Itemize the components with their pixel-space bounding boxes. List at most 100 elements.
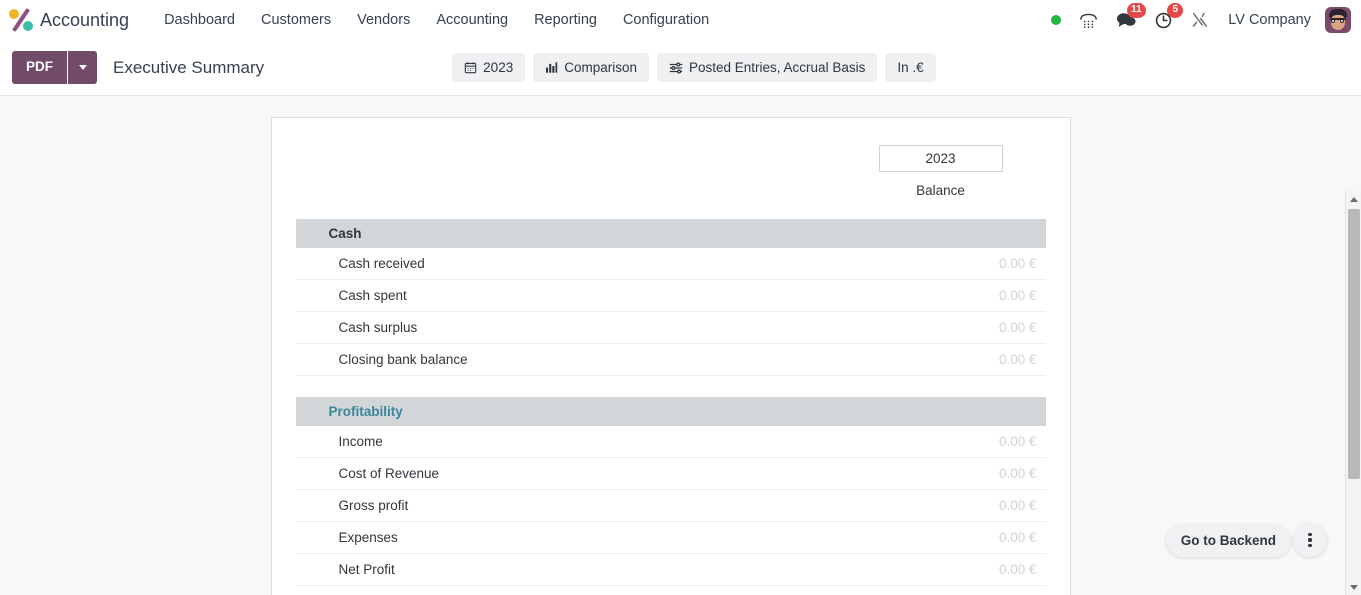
go-to-backend-button[interactable]: Go to Backend [1165,523,1291,557]
presence-status-indicator[interactable] [1042,9,1070,31]
menu-item-accounting[interactable]: Accounting [423,2,521,38]
pdf-dropdown-toggle[interactable] [67,51,97,84]
table-row[interactable]: Gross profit 0.00 € [295,489,1046,522]
scroll-down-arrow-icon[interactable] [1346,579,1361,595]
table-row[interactable]: Cash spent 0.00 € [295,279,1046,312]
messages-icon[interactable]: 11 [1107,2,1147,36]
line-label: Closing bank balance [295,343,836,376]
app-brand-name[interactable]: Accounting [40,10,129,31]
line-label: Cash surplus [295,311,836,344]
table-header: 2023 Balance [296,118,1046,219]
main-menu: Dashboard Customers Vendors Accounting R… [151,2,722,38]
line-label: Income [295,425,836,458]
line-value: 0.00 € [835,489,1046,522]
line-label: Net Profit [295,553,836,586]
menu-item-customers[interactable]: Customers [248,2,344,38]
line-label: Gross profit [295,489,836,522]
online-status-dot [1051,15,1062,25]
header-period-cell: 2023 [836,118,1046,172]
debug-tools-icon[interactable] [1182,5,1218,35]
kebab-dot-3 [1308,544,1312,548]
filter-entries-basis-label: Posted Entries, Accrual Basis [689,60,866,75]
line-value: 0.00 € [835,425,1046,458]
section-header-profitability[interactable]: Profitability [295,396,1046,426]
user-avatar[interactable] [1325,7,1351,33]
table-row[interactable]: Closing bank balance 0.00 € [295,343,1046,376]
table-body: Cash Cash received 0.00 € Cash spent 0.0… [295,219,1046,595]
avatar-eye-left [1331,19,1335,23]
menu-item-configuration[interactable]: Configuration [610,2,722,38]
scrollbar-thumb[interactable] [1348,209,1360,479]
bar-chart-icon [545,61,558,74]
control-panel: PDF Executive Summary 2023 Comparison Po… [0,40,1361,95]
scroll-up-arrow-icon[interactable] [1346,191,1361,207]
line-label: Cost of Revenue [295,457,836,490]
scroll-up-triangle [1350,196,1358,202]
section-title-profitability: Profitability [295,396,836,426]
vertical-scrollbar[interactable] [1345,191,1361,595]
table-row[interactable]: Cash surplus 0.00 € [295,311,1046,344]
chevron-down-icon [78,65,87,70]
logo-dot-teal [23,21,33,31]
filter-currency-unit[interactable]: In .€ [885,53,936,82]
section-spacer-2 [296,585,1046,595]
activities-badge: 5 [1167,2,1184,18]
header-subcolumn-row: Balance [296,172,1046,198]
section-spacer [296,376,1046,397]
line-value: 0.00 € [835,553,1046,586]
report-filters: 2023 Comparison Posted Entries, Accrual … [452,53,936,82]
section-title-cash: Cash [295,219,836,248]
table-row[interactable]: Income 0.00 € [295,425,1046,458]
section-value-cash [835,219,1046,248]
header-period-row: 2023 [296,118,1046,172]
line-value: 0.00 € [835,521,1046,554]
header-empty-cell-2 [296,172,836,198]
line-value: 0.00 € [835,279,1046,312]
line-value: 0.00 € [835,311,1046,344]
executive-summary-table: 2023 Balance Cash Cash received 0.00 € C… [295,118,1046,595]
line-value: 0.00 € [835,343,1046,376]
filter-comparison[interactable]: Comparison [533,53,649,82]
menu-item-vendors[interactable]: Vendors [344,2,423,38]
section-header-cash[interactable]: Cash [295,219,1046,248]
backend-pill: Go to Backend [1165,523,1327,557]
table-row[interactable]: Cost of Revenue 0.00 € [295,457,1046,490]
line-value: 0.00 € [835,248,1046,280]
calendar-icon [464,61,477,74]
company-switcher[interactable]: LV Company [1218,4,1321,36]
header-spacer [296,198,1046,219]
kebab-dot-1 [1308,532,1312,536]
report-sheet: 2023 Balance Cash Cash received 0.00 € C… [270,117,1071,595]
avatar-eye-right [1340,19,1344,23]
period-label: 2023 [878,145,1003,172]
filter-comparison-label: Comparison [564,60,637,75]
section-value-profitability [835,396,1046,426]
menu-item-reporting[interactable]: Reporting [521,2,610,38]
filter-date-label: 2023 [483,60,514,75]
report-content-area: 2023 Balance Cash Cash received 0.00 € C… [0,95,1361,595]
line-label: Expenses [295,521,836,554]
pdf-export-button[interactable]: PDF [12,51,67,84]
phone-dialpad-icon[interactable] [1070,5,1107,36]
pdf-button-group: PDF [12,51,97,84]
filter-date-period[interactable]: 2023 [452,53,526,82]
table-row[interactable]: Net Profit 0.00 € [295,553,1046,586]
scroll-down-triangle [1350,584,1358,590]
filter-entries-basis[interactable]: Posted Entries, Accrual Basis [657,53,878,82]
top-navbar: Accounting Dashboard Customers Vendors A… [0,0,1361,40]
line-value: 0.00 € [835,457,1046,490]
header-empty-cell [296,118,836,172]
line-label: Cash spent [295,279,836,312]
kebab-menu-icon[interactable] [1293,523,1327,557]
table-row[interactable]: Cash received 0.00 € [295,248,1046,280]
logo-dot-yellow [9,9,19,19]
navbar-systray: 11 5 LV Company [1042,2,1351,36]
column-header-balance: Balance [916,183,965,198]
odoo-accounting-icon[interactable] [8,7,34,33]
table-row[interactable]: Expenses 0.00 € [295,521,1046,554]
sliders-icon [669,61,683,75]
activities-clock-icon[interactable]: 5 [1145,2,1184,36]
line-label: Cash received [295,248,836,280]
menu-item-dashboard[interactable]: Dashboard [151,2,248,38]
page-title: Executive Summary [113,57,265,77]
